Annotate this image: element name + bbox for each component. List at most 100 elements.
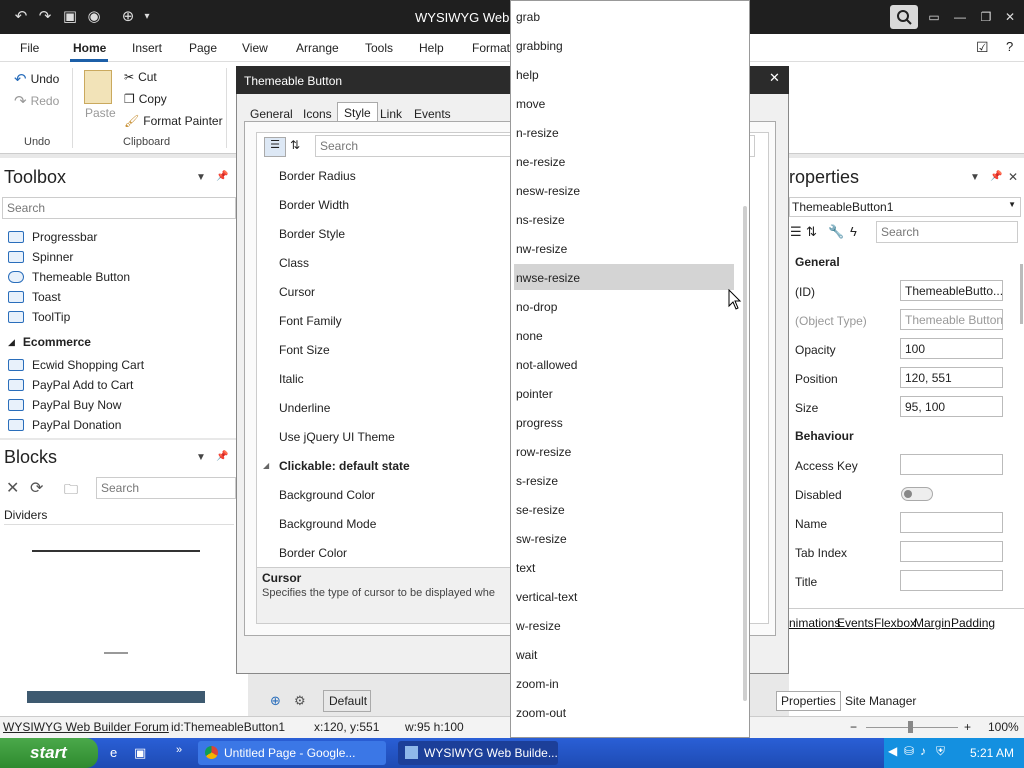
property-row[interactable]: Border Color	[279, 546, 347, 560]
scrollbar[interactable]	[743, 206, 747, 701]
property-row[interactable]: Background Mode	[279, 517, 376, 531]
dropdown-option[interactable]: nw-resize	[514, 235, 734, 261]
tab-properties[interactable]: Properties	[776, 691, 841, 711]
divider-preview[interactable]	[32, 550, 200, 552]
properties-search-input[interactable]: Search	[876, 221, 1018, 243]
dropdown-option[interactable]: w-resize	[514, 612, 734, 638]
dropdown-option[interactable]: pointer	[514, 380, 734, 406]
title-field[interactable]	[900, 570, 1003, 591]
preview-icon[interactable]: ◉	[84, 6, 104, 26]
paste-button[interactable]: Paste	[85, 106, 116, 120]
close-icon[interactable]: ✕	[769, 70, 780, 86]
zoom-slider-thumb[interactable]	[908, 721, 913, 733]
redo-button[interactable]: ↷ Redo	[14, 92, 59, 110]
property-row[interactable]: Use jQuery UI Theme	[279, 430, 395, 444]
position-field[interactable]: 120, 551	[900, 367, 1003, 388]
property-row[interactable]: Border Radius	[279, 169, 356, 183]
dropdown-option[interactable]: not-allowed	[514, 351, 734, 377]
dropdown-option[interactable]: wait	[514, 641, 734, 667]
property-row[interactable]: Class	[279, 256, 309, 270]
list-item[interactable]: Progressbar	[8, 227, 97, 247]
redo-icon[interactable]: ↷	[34, 6, 56, 26]
security-icon[interactable]: ⛨	[936, 744, 945, 759]
help-icon[interactable]: ?	[1006, 39, 1013, 54]
property-row[interactable]: Border Width	[279, 198, 349, 212]
menu-help[interactable]: Help	[419, 41, 444, 55]
dropdown-option[interactable]: zoom-in	[514, 670, 734, 696]
dropdown-option[interactable]: move	[514, 90, 734, 116]
dropdown-option[interactable]: vertical-text	[514, 583, 734, 609]
menu-insert[interactable]: Insert	[132, 41, 162, 55]
dropdown-option[interactable]: no-drop	[514, 293, 734, 319]
tray-expand-icon[interactable]: ◀	[888, 744, 897, 758]
task-wysiwyg[interactable]: WYSIWYG Web Builde...	[398, 741, 558, 765]
list-item[interactable]: ToolTip	[8, 307, 70, 327]
menu-file[interactable]: File	[20, 41, 39, 55]
publish-icon[interactable]: ⊕	[118, 6, 138, 26]
access-key-field[interactable]	[900, 454, 1003, 475]
volume-icon[interactable]: ♪	[920, 744, 926, 758]
link-margin[interactable]: Margin	[914, 616, 951, 630]
property-row[interactable]: Background Color	[279, 488, 375, 502]
menu-tools[interactable]: Tools	[365, 41, 393, 55]
list-item[interactable]: Toast	[8, 287, 61, 307]
dropdown-option[interactable]: zoom-out	[514, 699, 734, 725]
lightning-icon[interactable]: ϟ	[850, 224, 857, 239]
categorized-icon[interactable]: ☰	[790, 224, 802, 240]
panel-menu-icon[interactable]: ▼	[970, 172, 980, 183]
block-preview[interactable]	[27, 691, 205, 703]
scrollbar[interactable]	[1020, 264, 1023, 324]
tab-style[interactable]: Style	[337, 102, 378, 123]
ie-icon[interactable]: e	[110, 745, 117, 760]
settings-icon[interactable]: ⚙	[294, 693, 306, 709]
copy-button[interactable]: ❐ Copy	[124, 92, 167, 106]
blocks-search-input[interactable]: Search	[96, 477, 236, 499]
list-item[interactable]: Themeable Button	[8, 267, 130, 287]
pin-icon[interactable]: 📌	[216, 451, 228, 462]
zoom-in-icon[interactable]: +	[964, 720, 971, 734]
menu-view[interactable]: View	[242, 41, 268, 55]
format-painter-button[interactable]: 🖌 Format Painter	[124, 114, 223, 128]
options-icon[interactable]: ☑	[976, 39, 989, 56]
category-behaviour[interactable]: Behaviour	[795, 429, 854, 443]
search-icon[interactable]	[890, 5, 918, 29]
dropdown-option[interactable]: sw-resize	[514, 525, 734, 551]
dropdown-option[interactable]: grab	[514, 3, 734, 29]
dropdown-option[interactable]: row-resize	[514, 438, 734, 464]
property-row[interactable]: Cursor	[279, 285, 315, 299]
paste-icon[interactable]	[84, 70, 112, 104]
id-field[interactable]: ThemeableButto...	[900, 280, 1003, 301]
dropdown-option-selected[interactable]: nwse-resize	[514, 264, 734, 290]
folder-icon[interactable]: 🗀	[64, 479, 78, 503]
list-item[interactable]: Spinner	[8, 247, 73, 267]
category-general[interactable]: General	[795, 255, 840, 269]
dropdown-option[interactable]: help	[514, 61, 734, 87]
zoom-out-icon[interactable]: −	[850, 720, 857, 734]
size-field[interactable]: 95, 100	[900, 396, 1003, 417]
list-item[interactable]: PayPal Add to Cart	[8, 375, 133, 395]
categorized-icon[interactable]: ☰	[264, 137, 286, 157]
network-icon[interactable]: ⛁	[904, 744, 914, 758]
restore-icon[interactable]: ❐	[974, 6, 998, 28]
sort-az-icon[interactable]: ⇅	[290, 138, 300, 152]
property-category[interactable]: Clickable: default state	[279, 459, 410, 473]
panel-menu-icon[interactable]: ▼	[196, 172, 206, 183]
undo-icon[interactable]: ↶	[10, 6, 32, 26]
menu-arrange[interactable]: Arrange	[296, 41, 339, 55]
list-item[interactable]: PayPal Buy Now	[8, 395, 121, 415]
dropdown-option[interactable]: n-resize	[514, 119, 734, 145]
property-row[interactable]: Font Family	[279, 314, 342, 328]
tab-index-field[interactable]	[900, 541, 1003, 562]
disabled-toggle[interactable]	[901, 487, 933, 501]
dropdown-option[interactable]: none	[514, 322, 734, 348]
dropdown-option[interactable]: nesw-resize	[514, 177, 734, 203]
link-animations[interactable]: nimations	[789, 616, 840, 630]
pin-icon[interactable]: 📌	[990, 171, 1002, 182]
menu-home[interactable]: Home	[73, 41, 106, 55]
object-selector[interactable]: ThemeableButton1 ▼	[789, 197, 1021, 217]
minimize-icon[interactable]: —	[948, 6, 972, 28]
property-row[interactable]: Border Style	[279, 227, 345, 241]
wrench-icon[interactable]: 🔧	[828, 224, 844, 240]
pin-icon[interactable]: 📌	[216, 171, 228, 182]
sort-az-icon[interactable]: ⇅	[806, 224, 817, 240]
